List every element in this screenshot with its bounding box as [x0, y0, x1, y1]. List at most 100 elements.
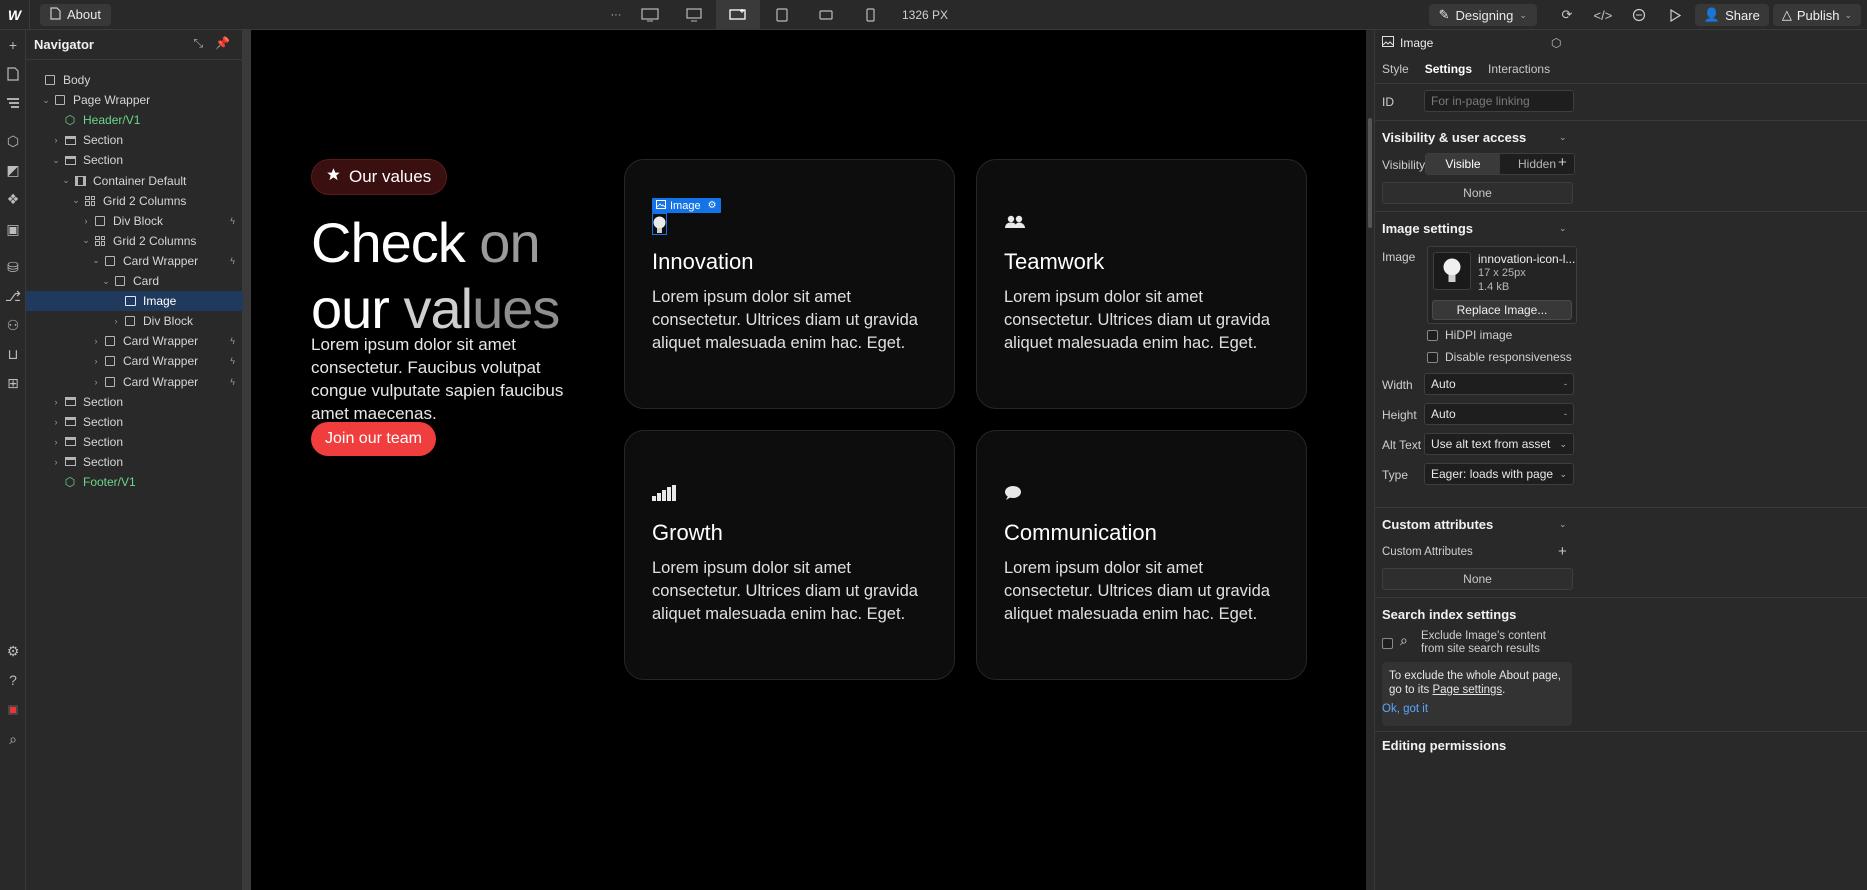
- width-input[interactable]: Auto -: [1424, 373, 1574, 395]
- add-attribute-icon[interactable]: +: [1558, 543, 1567, 560]
- disable-responsiveness-checkbox[interactable]: [1427, 352, 1438, 363]
- card-innovation[interactable]: Image ⚙ Innovation Lorem ipsum dolor sit…: [624, 159, 955, 409]
- add-icon[interactable]: +: [0, 32, 26, 58]
- navigator-item[interactable]: ⌄ Section: [26, 150, 243, 170]
- page-selector[interactable]: About: [40, 3, 111, 26]
- id-input[interactable]: For in-page linking: [1424, 90, 1574, 112]
- attributes-none[interactable]: None: [1382, 568, 1573, 590]
- tab-interactions[interactable]: Interactions: [1487, 57, 1557, 81]
- mobile-portrait-breakpoint-icon[interactable]: [848, 0, 892, 30]
- component-icon[interactable]: ⬡: [1551, 36, 1561, 50]
- chevron-down-icon[interactable]: ⌄: [100, 276, 112, 287]
- desktop-xl-breakpoint-icon[interactable]: [628, 0, 672, 30]
- page-settings-link[interactable]: Page settings: [1432, 684, 1502, 696]
- mobile-landscape-breakpoint-icon[interactable]: [804, 0, 848, 30]
- join-team-button[interactable]: Join our team: [311, 422, 436, 456]
- design-canvas[interactable]: Our values Check on our values Lorem ips…: [251, 30, 1366, 890]
- settings-gear-icon[interactable]: ⚙: [708, 200, 717, 211]
- unit-dash-icon[interactable]: -: [1564, 379, 1567, 389]
- collapse-all-icon[interactable]: ⤡: [193, 36, 203, 51]
- publish-button[interactable]: △ Publish ⌄: [1772, 4, 1861, 26]
- loading-type-select[interactable]: Eager: loads with page ⌄: [1424, 463, 1574, 485]
- navigator-item[interactable]: › Section: [26, 452, 243, 472]
- logic-icon[interactable]: ⎇: [0, 283, 26, 309]
- webflow-logo[interactable]: W: [0, 0, 30, 30]
- sync-icon[interactable]: ⟳: [1551, 0, 1583, 30]
- navigator-item[interactable]: › Card Wrapper ϟ: [26, 372, 243, 392]
- visibility-section-title[interactable]: Visibility & user access: [1382, 130, 1526, 145]
- code-icon[interactable]: </>: [1587, 0, 1619, 30]
- navigator-item[interactable]: › Div Block: [26, 311, 243, 331]
- variables-icon[interactable]: ❖: [0, 186, 26, 212]
- chevron-right-icon[interactable]: ›: [50, 417, 62, 427]
- image-thumbnail[interactable]: [1433, 252, 1471, 290]
- navigator-item[interactable]: › Card Wrapper ϟ: [26, 331, 243, 351]
- navigator-item[interactable]: › Section: [26, 412, 243, 432]
- navigator-item[interactable]: › Section: [26, 130, 243, 150]
- preview-play-icon[interactable]: [1659, 0, 1691, 30]
- navigator-item[interactable]: › Section: [26, 392, 243, 412]
- custom-attributes-title[interactable]: Custom attributes: [1382, 517, 1493, 532]
- comment-icon[interactable]: [1623, 0, 1655, 30]
- pin-icon[interactable]: 📌: [215, 36, 230, 51]
- card-teamwork[interactable]: Teamwork Lorem ipsum dolor sit amet cons…: [976, 159, 1307, 409]
- chevron-right-icon[interactable]: ›: [90, 377, 102, 387]
- chevron-down-icon[interactable]: ⌄: [70, 195, 82, 206]
- chevron-down-icon[interactable]: ⌄: [50, 155, 62, 166]
- visible-option[interactable]: Visible: [1426, 154, 1500, 174]
- style-selectors-icon[interactable]: ◩: [0, 157, 26, 183]
- height-input[interactable]: Auto -: [1424, 403, 1574, 425]
- chevron-down-icon[interactable]: ⌄: [1559, 223, 1567, 234]
- record-icon[interactable]: [0, 697, 26, 723]
- editing-permissions-title[interactable]: Editing permissions: [1382, 738, 1506, 753]
- chevron-down-icon[interactable]: ⌄: [40, 95, 52, 106]
- navigator-item[interactable]: ⌄ Grid 2 Columns: [26, 231, 243, 251]
- desktop-breakpoint-icon[interactable]: [716, 0, 760, 30]
- mode-selector[interactable]: ✎ Designing ⌄: [1428, 4, 1537, 26]
- navigator-item[interactable]: › Div Block ϟ: [26, 211, 243, 231]
- ecommerce-icon[interactable]: ⊔: [0, 341, 26, 367]
- search-index-title[interactable]: Search index settings: [1382, 607, 1516, 622]
- share-button[interactable]: 👤 Share: [1694, 4, 1769, 26]
- scrollbar-thumb[interactable]: [1368, 118, 1372, 228]
- chevron-right-icon[interactable]: ›: [110, 316, 122, 326]
- tab-style[interactable]: Style: [1381, 57, 1416, 81]
- card-communication[interactable]: Communication Lorem ipsum dolor sit amet…: [976, 430, 1307, 680]
- more-options-button[interactable]: ···: [604, 0, 628, 30]
- conditions-none[interactable]: None: [1382, 182, 1573, 204]
- search-icon[interactable]: ⌕: [0, 726, 26, 752]
- tab-settings[interactable]: Settings: [1424, 57, 1479, 81]
- ok-got-it-link[interactable]: Ok, got it: [1382, 703, 1428, 715]
- tablet-breakpoint-icon[interactable]: [760, 0, 804, 30]
- replace-image-button[interactable]: Replace Image...: [1432, 300, 1572, 320]
- navigator-item[interactable]: ⌄ Card Wrapper ϟ: [26, 251, 243, 271]
- pages-icon[interactable]: [0, 61, 26, 87]
- navigator-item[interactable]: ⬡ Footer/V1: [26, 472, 243, 492]
- navigator-item[interactable]: Image: [26, 291, 243, 312]
- hidpi-checkbox[interactable]: [1427, 330, 1438, 341]
- navigator-item[interactable]: ⌄ Card: [26, 271, 243, 291]
- desktop-large-breakpoint-icon[interactable]: [672, 0, 716, 30]
- canvas-scrollbar[interactable]: [1366, 30, 1374, 890]
- chevron-right-icon[interactable]: ›: [90, 356, 102, 366]
- chevron-down-icon[interactable]: ⌄: [1559, 132, 1567, 143]
- assets-icon[interactable]: ▣: [0, 216, 26, 242]
- settings-gear-icon[interactable]: ⚙: [0, 638, 26, 664]
- chevron-right-icon[interactable]: ›: [80, 216, 92, 226]
- chevron-right-icon[interactable]: ›: [50, 397, 62, 407]
- navigator-icon[interactable]: [0, 90, 26, 116]
- navigator-item[interactable]: Body: [26, 70, 243, 90]
- alt-text-select[interactable]: Use alt text from asset ⌄: [1424, 433, 1574, 455]
- navigator-item[interactable]: ⌄ Page Wrapper: [26, 90, 243, 110]
- cms-icon[interactable]: ⛁: [0, 254, 26, 280]
- exclude-search-checkbox[interactable]: [1382, 638, 1393, 649]
- image-settings-title[interactable]: Image settings: [1382, 221, 1473, 236]
- users-icon[interactable]: ⚇: [0, 312, 26, 338]
- chevron-down-icon[interactable]: ⌄: [60, 175, 72, 186]
- selection-label[interactable]: Image ⚙: [652, 198, 721, 213]
- add-condition-icon[interactable]: +: [1558, 154, 1567, 171]
- chevron-down-icon[interactable]: ⌄: [90, 255, 102, 266]
- apps-icon[interactable]: ⊞: [0, 370, 26, 396]
- navigator-item[interactable]: › Section: [26, 432, 243, 452]
- chevron-right-icon[interactable]: ›: [50, 437, 62, 447]
